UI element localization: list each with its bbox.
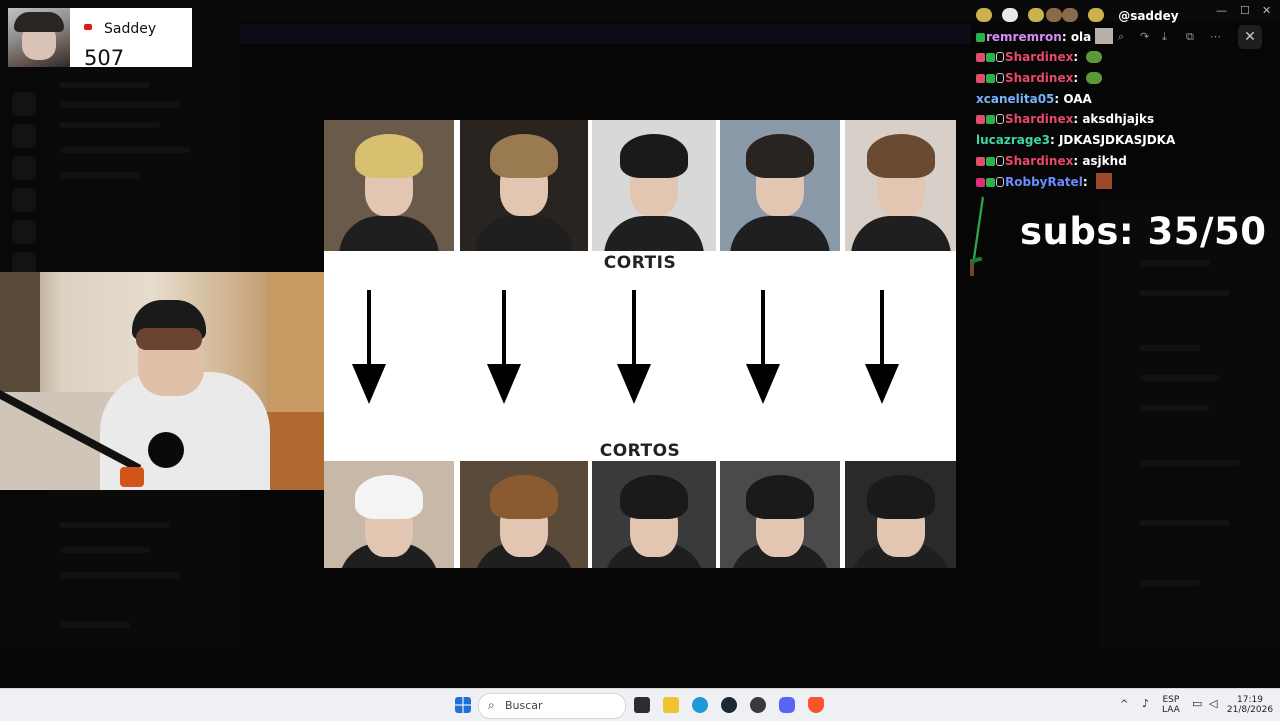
cortos-streamer-photo bbox=[845, 461, 956, 568]
chat-username[interactable]: lucazrage3 bbox=[976, 133, 1050, 147]
chat-message: Shardinex: asjkhd bbox=[976, 151, 1236, 172]
youtube-icon bbox=[84, 24, 92, 30]
ring-badge-icon bbox=[996, 73, 1004, 84]
emote-strip-icon bbox=[976, 8, 1114, 22]
green-badge-icon bbox=[986, 156, 995, 166]
chat-message: Shardinex: aksdhjajks bbox=[976, 109, 1236, 130]
windows-start-icon[interactable] bbox=[455, 697, 471, 713]
cortis-member-photo bbox=[845, 120, 956, 251]
comparison-slide: CORTIS CORTOS bbox=[324, 120, 956, 568]
language-indicator[interactable]: ESP LAA bbox=[1162, 695, 1180, 715]
down-arrow-icon bbox=[617, 290, 651, 404]
chat-message: lucazrage3: JDKASJDKASJDKA bbox=[976, 133, 1176, 148]
cortis-member-photo bbox=[592, 120, 716, 251]
chat-username[interactable]: Shardinex bbox=[1005, 112, 1073, 126]
window-close-icon[interactable]: ✕ bbox=[1262, 4, 1271, 17]
chat-text: JDKASJDKASJDKA bbox=[1058, 133, 1176, 148]
file-explorer-icon[interactable] bbox=[663, 697, 679, 713]
cortis-member-photo bbox=[460, 120, 588, 251]
close-button[interactable]: ✕ bbox=[1238, 25, 1262, 49]
chat-username[interactable]: Shardinex bbox=[1005, 50, 1073, 64]
ring-badge-icon bbox=[996, 155, 1004, 166]
green-badge-icon bbox=[976, 32, 985, 42]
subs-counter: subs: 35/50 bbox=[1020, 210, 1267, 253]
chat-message: remremron: ola bbox=[976, 27, 1236, 48]
cortos-streamer-photo bbox=[720, 461, 840, 568]
chat-text: asjkhd bbox=[1082, 153, 1127, 168]
discord-icon[interactable] bbox=[779, 697, 795, 713]
pepe-emote-icon bbox=[1086, 72, 1103, 85]
steam-icon[interactable] bbox=[721, 697, 737, 713]
chat-header-user: @saddey bbox=[1118, 9, 1179, 23]
chat-username[interactable]: RobbyRatel bbox=[1005, 175, 1083, 189]
taskbar: ⌕ Buscar ^ ♪ ESP LAA ▭ ◁ 17:19 21/8/2026 bbox=[0, 688, 1280, 721]
green-badge-icon bbox=[986, 115, 995, 125]
down-arrow-icon bbox=[865, 290, 899, 404]
ring-badge-icon bbox=[996, 114, 1004, 125]
obs-icon[interactable] bbox=[750, 697, 766, 713]
background-banner bbox=[230, 24, 970, 44]
pink-badge-icon bbox=[976, 177, 985, 187]
down-arrow-icon bbox=[352, 290, 386, 404]
brave-icon[interactable] bbox=[808, 697, 824, 713]
webcam-feed bbox=[0, 272, 343, 490]
bottom-label: CORTOS bbox=[599, 441, 681, 461]
ring-badge-icon bbox=[996, 176, 1004, 187]
background-user-bar bbox=[0, 648, 1280, 688]
green-badge-icon bbox=[986, 53, 995, 63]
green-badge-icon bbox=[986, 74, 995, 84]
follower-card: Saddey 507 bbox=[8, 8, 192, 70]
pic-emote-icon bbox=[1095, 27, 1114, 44]
follower-name: Saddey bbox=[104, 21, 157, 37]
microphone-icon[interactable]: ♪ bbox=[1142, 698, 1149, 709]
cortis-member-photo bbox=[324, 120, 454, 251]
search-input[interactable]: ⌕ Buscar bbox=[478, 693, 626, 719]
clock-time: 17:19 bbox=[1237, 695, 1263, 705]
pepe-emote-icon bbox=[1086, 51, 1103, 64]
avatar bbox=[8, 8, 70, 67]
sword-icon bbox=[970, 196, 984, 276]
language-code: ESP bbox=[1162, 695, 1180, 705]
heart-badge-icon bbox=[976, 115, 985, 125]
chat-text: OAA bbox=[1063, 91, 1092, 106]
network-icon[interactable]: ▭ bbox=[1192, 698, 1202, 709]
background-member-list bbox=[1100, 200, 1280, 680]
green-badge-icon bbox=[986, 177, 995, 187]
chat-username[interactable]: Shardinex bbox=[1005, 154, 1073, 168]
clock[interactable]: 17:19 21/8/2026 bbox=[1226, 695, 1274, 715]
ring-badge-icon bbox=[996, 52, 1004, 63]
clock-date: 21/8/2026 bbox=[1226, 705, 1274, 715]
follower-count: 507 bbox=[84, 46, 125, 70]
tray-chevron-icon[interactable]: ^ bbox=[1120, 700, 1128, 710]
chat-message: Shardinex: bbox=[976, 68, 1236, 89]
chat-header: @saddey bbox=[976, 6, 1236, 27]
chat-username[interactable]: xcanelita05 bbox=[976, 92, 1054, 106]
cortos-streamer-photo bbox=[324, 461, 454, 568]
down-arrow-icon bbox=[746, 290, 780, 404]
chat-username[interactable]: Shardinex bbox=[1005, 71, 1073, 85]
chat-message: RobbyRatel: bbox=[976, 172, 1236, 193]
red-emote-icon bbox=[1095, 172, 1112, 189]
heart-badge-icon bbox=[976, 74, 985, 84]
cortis-member-photo bbox=[720, 120, 840, 251]
top-label: CORTIS bbox=[603, 253, 677, 273]
heart-badge-icon bbox=[976, 53, 985, 63]
chat-message: xcanelita05: OAA bbox=[976, 91, 1092, 106]
volume-icon[interactable]: ◁ bbox=[1209, 698, 1217, 709]
chat-username[interactable]: remremron bbox=[986, 30, 1062, 44]
keyboard-layout: LAA bbox=[1162, 705, 1180, 715]
chat-text: ola bbox=[1070, 29, 1092, 44]
maximize-icon[interactable]: ☐ bbox=[1240, 4, 1250, 17]
app-icon[interactable] bbox=[634, 697, 650, 713]
cortos-streamer-photo bbox=[592, 461, 716, 568]
chat-text: aksdhjajks bbox=[1082, 112, 1155, 127]
chat-message: Shardinex: bbox=[976, 47, 1236, 68]
down-arrow-icon bbox=[487, 290, 521, 404]
heart-badge-icon bbox=[976, 156, 985, 166]
cortos-streamer-photo bbox=[460, 461, 588, 568]
chat-overlay: @saddey remremron: ola Shardinex: Shardin… bbox=[976, 6, 1236, 192]
search-icon: ⌕ bbox=[488, 698, 495, 712]
edge-icon[interactable] bbox=[692, 697, 708, 713]
search-placeholder: Buscar bbox=[505, 699, 543, 712]
